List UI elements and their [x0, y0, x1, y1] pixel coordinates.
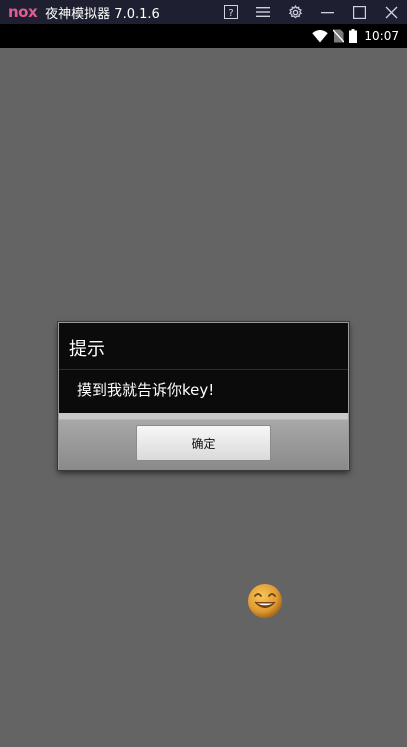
- statusbar-indicators: 10:07: [312, 24, 399, 48]
- dialog-title: 提示: [69, 339, 105, 360]
- emulator-titlebar[interactable]: nox 夜神模拟器 7.0.1.6 ?: [0, 0, 407, 24]
- titlebar-controls: ?: [215, 0, 407, 24]
- wifi-icon: [312, 29, 329, 42]
- alert-dialog: 提示 摸到我就告诉你key! 确定: [58, 322, 349, 470]
- no-sim-icon: [333, 29, 345, 43]
- dialog-divider: [59, 369, 348, 370]
- svg-text:?: ?: [228, 8, 233, 19]
- settings-icon[interactable]: [279, 0, 311, 24]
- minimize-icon[interactable]: [311, 0, 343, 24]
- help-icon[interactable]: ?: [215, 0, 247, 24]
- dialog-message: 摸到我就告诉你key!: [77, 381, 215, 399]
- emulator-window: nox 夜神模拟器 7.0.1.6 ? 10:07 提示 摸到我就告诉你key!…: [0, 0, 407, 747]
- android-statusbar: 10:07: [0, 24, 407, 48]
- maximize-icon[interactable]: [343, 0, 375, 24]
- smiley-face-icon[interactable]: [247, 583, 283, 619]
- statusbar-time: 10:07: [364, 29, 399, 43]
- app-title: 夜神模拟器 7.0.1.6: [45, 6, 160, 22]
- battery-icon: [349, 29, 358, 43]
- confirm-button[interactable]: 确定: [136, 425, 271, 461]
- menu-icon[interactable]: [247, 0, 279, 24]
- dialog-button-bar: 确定: [59, 413, 348, 470]
- nox-logo: nox: [8, 3, 38, 21]
- close-icon[interactable]: [375, 0, 407, 24]
